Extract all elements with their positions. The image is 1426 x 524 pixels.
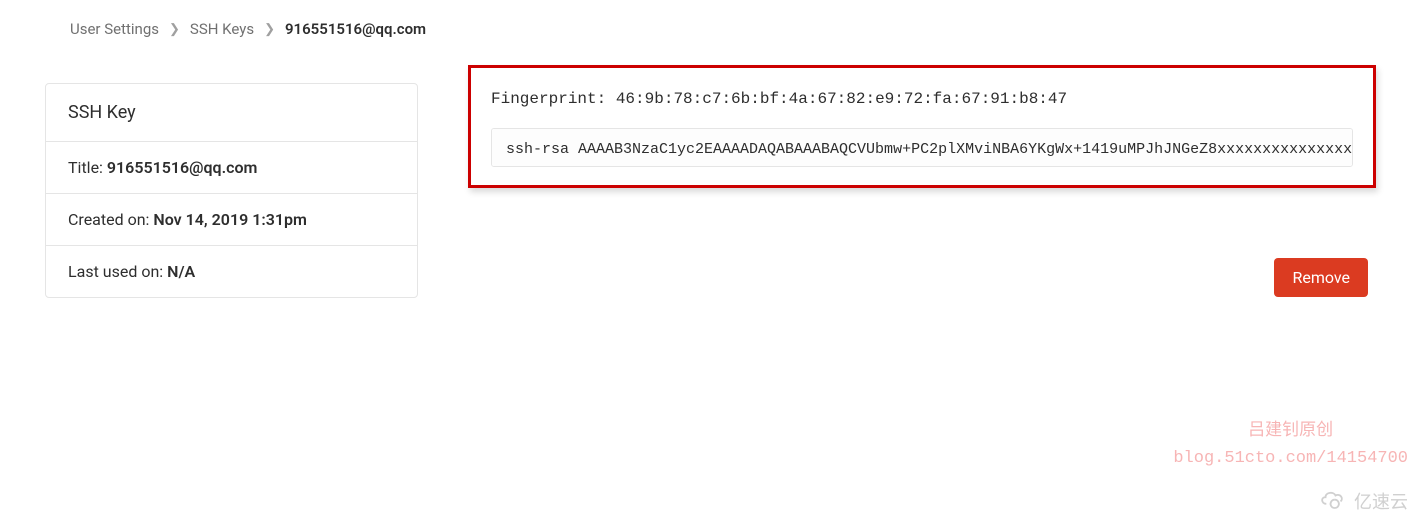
breadcrumb: User Settings ❯ SSH Keys ❯ 916551516@qq.… [0, 0, 1426, 53]
created-value: Nov 14, 2019 1:31pm [153, 210, 306, 229]
remove-button[interactable]: Remove [1274, 258, 1368, 297]
watermark-logo-text: 亿速云 [1354, 488, 1408, 514]
ssh-key-block[interactable]: ssh-rsa AAAAB3NzaC1yc2EAAAADAQABAAABAQCV… [491, 128, 1353, 167]
watermark-text: 吕建钊原创 blog.51cto.com/14154700 [1173, 419, 1408, 472]
ssh-key-card: SSH Key Title: 916551516@qq.com Created … [45, 83, 418, 298]
fingerprint-line: Fingerprint: 46:9b:78:c7:6b:bf:4a:67:82:… [491, 90, 1353, 108]
main-area: Fingerprint: 46:9b:78:c7:6b:bf:4a:67:82:… [468, 83, 1376, 297]
watermark-logo: 亿速云 [1318, 487, 1408, 514]
cloud-icon [1318, 487, 1348, 514]
chevron-right-icon: ❯ [264, 22, 275, 37]
actions-row: Remove [468, 258, 1376, 297]
breadcrumb-current: 916551516@qq.com [285, 20, 426, 38]
breadcrumb-user-settings[interactable]: User Settings [70, 20, 159, 38]
lastused-label: Last used on: [68, 262, 167, 281]
card-row-title: Title: 916551516@qq.com [46, 142, 417, 194]
created-label: Created on: [68, 210, 153, 229]
fingerprint-box: Fingerprint: 46:9b:78:c7:6b:bf:4a:67:82:… [468, 65, 1376, 188]
title-label: Title: [68, 158, 107, 177]
breadcrumb-ssh-keys[interactable]: SSH Keys [190, 20, 254, 38]
watermark-line1: 吕建钊原创 [1248, 422, 1333, 441]
card-row-lastused: Last used on: N/A [46, 246, 417, 297]
card-header: SSH Key [46, 84, 417, 142]
lastused-value: N/A [167, 262, 195, 281]
fingerprint-label: Fingerprint: [491, 90, 616, 108]
card-row-created: Created on: Nov 14, 2019 1:31pm [46, 194, 417, 246]
title-value: 916551516@qq.com [107, 158, 258, 177]
content-area: SSH Key Title: 916551516@qq.com Created … [0, 53, 1426, 298]
chevron-right-icon: ❯ [169, 22, 180, 37]
fingerprint-value: 46:9b:78:c7:6b:bf:4a:67:82:e9:72:fa:67:9… [616, 90, 1067, 108]
watermark-line2: blog.51cto.com/14154700 [1173, 449, 1408, 468]
